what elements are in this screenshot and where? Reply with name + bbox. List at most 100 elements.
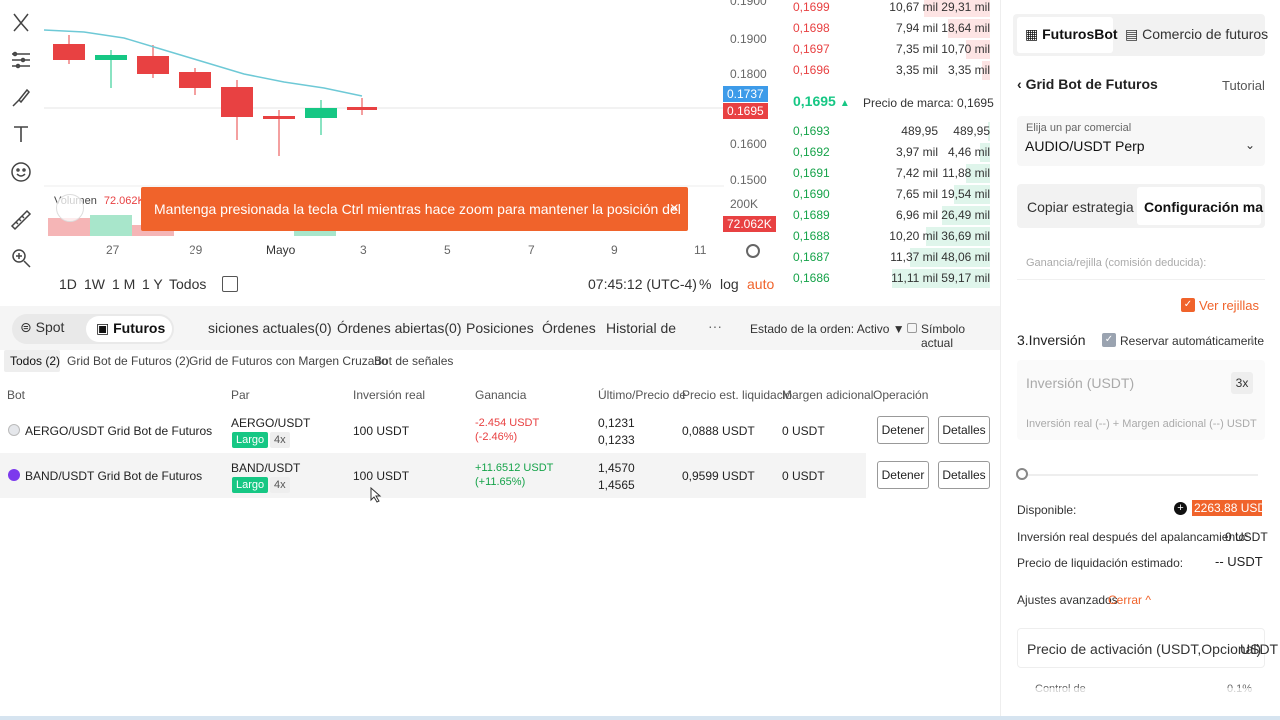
bot-name: BAND/USDT Grid Bot de Futuros	[25, 469, 203, 483]
bot-icon: ▦	[1025, 26, 1039, 42]
bid-row[interactable]: 0,1691 7,42 mil 11,88 mil	[784, 163, 1000, 184]
bid-row[interactable]: 0,1693 489,95 489,95	[784, 121, 1000, 142]
futures-icon: ▣	[96, 320, 110, 336]
ask-row[interactable]: 0,1698 7,94 mil 18,64 mil	[784, 18, 1000, 39]
emoji-icon[interactable]	[9, 160, 33, 184]
investment-slider-thumb[interactable]	[1016, 468, 1028, 480]
see-grids-toggle[interactable]: ✓ Ver rejillas	[1181, 298, 1259, 313]
activation-price-input[interactable]: Precio de activación (USDT,Opcional) USD…	[1017, 628, 1278, 668]
pair-select-label: Elija un par comercial	[1026, 122, 1132, 134]
stop-button[interactable]: Detener	[877, 461, 929, 489]
bid-row[interactable]: 0,1690 7,65 mil 19,54 mil	[784, 184, 1000, 205]
volume-value: 72.062K	[103, 195, 145, 207]
play-replay-icon[interactable]	[56, 194, 84, 222]
bid-row[interactable]: 0,1692 3,97 mil 4,46 mil	[784, 142, 1000, 163]
timeframe-1m[interactable]: 1 M	[112, 276, 135, 292]
filter-all[interactable]: Todos (2)	[10, 354, 60, 368]
filter-cross-margin[interactable]: Grid de Futuros con Margen Cruzado	[189, 354, 388, 368]
mouse-cursor-icon	[370, 487, 382, 503]
timeframe-all[interactable]: Todos	[169, 276, 206, 292]
auto-reserve-checkbox[interactable]: ✓	[1102, 333, 1116, 347]
pnl-value: -2.454 USDT	[475, 417, 540, 429]
bid-row[interactable]: 0,1688 10,20 mil 36,69 mil	[784, 226, 1000, 247]
drawing-toolbar	[0, 0, 44, 306]
tab-positions[interactable]: Posiciones	[466, 320, 534, 336]
tab-orders[interactable]: Órdenes	[542, 320, 596, 336]
leverage-selector[interactable]: 3x	[1231, 372, 1253, 394]
zoom-hint-toast: Mantenga presionada la tecla Ctrl mientr…	[141, 187, 688, 261]
investment-slider-track[interactable]	[1020, 474, 1258, 476]
investment-placeholder: Inversión (USDT)	[1026, 375, 1135, 391]
activation-price-unit: USDT	[1240, 641, 1279, 657]
order-book: 0,1699 10,67 mil 29,31 mil 0,1698 7,94 m…	[784, 0, 1000, 306]
log-toggle[interactable]: log	[720, 276, 739, 292]
table-row[interactable]: AERGO/USDT Grid Bot de Futuros AERGO/USD…	[0, 408, 1000, 452]
stop-button[interactable]: Detener	[877, 416, 929, 444]
copy-strategy-tab[interactable]: Copiar estrategia	[1027, 199, 1134, 215]
crosshair-icon[interactable]	[9, 10, 33, 34]
order-state-filter[interactable]: Estado de la orden: Activo ▼	[750, 322, 905, 336]
timeframe-1w[interactable]: 1W	[84, 276, 105, 292]
investment-input[interactable]: Inversión (USDT) 3x Inversión real (--) …	[1017, 360, 1265, 440]
pair-select[interactable]: Elija un par comercial AUDIO/USDT Perp ⌄	[1017, 116, 1265, 166]
lines-icon[interactable]	[9, 48, 33, 72]
spot-tab[interactable]: ⊜ Spot	[20, 319, 64, 336]
tab-history[interactable]: Historial de	[606, 320, 676, 336]
calendar-icon[interactable]	[222, 276, 238, 292]
tutorial-link[interactable]: Tutorial	[1222, 78, 1265, 93]
bid-row[interactable]: 0,1686 11,11 mil 59,17 mil	[784, 268, 1000, 289]
table-row[interactable]: BAND/USDT Grid Bot de Futuros BAND/USDT …	[0, 453, 1000, 498]
extra-margin: 0 USDT	[782, 469, 825, 483]
pair-select-value: AUDIO/USDT Perp	[1025, 138, 1145, 154]
col-bot: Bot	[7, 388, 26, 402]
text-icon[interactable]	[9, 122, 33, 146]
tab-current-positions[interactable]: siciones actuales(0)	[208, 320, 332, 336]
settings-target-icon[interactable]	[746, 244, 760, 258]
current-symbol-checkbox[interactable]	[907, 323, 917, 333]
last-price-tag: 0.1695	[723, 103, 768, 119]
tab-futures-trade[interactable]: ▤ Comercio de futuros	[1125, 26, 1268, 43]
date-label: 9	[611, 243, 618, 257]
info-icon[interactable]: ℹ	[1250, 334, 1254, 347]
liq-label: Precio de liquidación estimado:	[1017, 556, 1184, 570]
more-icon[interactable]: ···	[708, 318, 722, 334]
current-price-tag: 0.1737	[723, 86, 768, 102]
ruler-icon[interactable]	[9, 208, 33, 232]
ask-row[interactable]: 0,1696 3,35 mil 3,35 mil	[784, 60, 1000, 81]
col-operation: Operación	[873, 388, 929, 402]
plus-icon[interactable]: +	[1174, 502, 1187, 515]
col-pair: Par	[231, 388, 250, 402]
details-button[interactable]: Detalles	[938, 461, 990, 489]
ask-row[interactable]: 0,1699 10,67 mil 29,31 mil	[784, 0, 1000, 18]
timeframe-1y[interactable]: 1 Y	[142, 276, 163, 292]
brush-icon[interactable]	[9, 86, 33, 110]
tab-futures-bot[interactable]: ▦ FuturosBot	[1025, 26, 1118, 43]
manual-config-tab[interactable]: Configuración manua	[1144, 199, 1264, 215]
investment-hint: Inversión real (--) + Margen adicional (…	[1026, 418, 1257, 430]
tab-open-orders[interactable]: Órdenes abiertas(0)	[337, 320, 462, 336]
entry-price: 0,1233	[598, 433, 635, 447]
col-margin: Margen adicional	[782, 388, 874, 402]
filter-grid-bot[interactable]: Grid Bot de Futuros (2)	[67, 354, 190, 368]
zoom-in-icon[interactable]	[9, 246, 33, 270]
futures-tab[interactable]: ▣ Futuros	[96, 320, 165, 337]
bid-row[interactable]: 0,1689 6,96 mil 26,49 mil	[784, 205, 1000, 226]
timeframe-1d[interactable]: 1D	[59, 276, 77, 292]
auto-toggle[interactable]: auto	[747, 276, 774, 292]
filter-signal-bot[interactable]: Bot de señales	[374, 354, 453, 368]
candle	[347, 98, 377, 115]
ask-row[interactable]: 0,1697 7,35 mil 10,70 mil	[784, 39, 1000, 60]
close-advanced-toggle[interactable]: Cerrar ^	[1108, 593, 1151, 607]
percent-toggle[interactable]: %	[699, 276, 711, 292]
details-button[interactable]: Detalles	[938, 416, 990, 444]
back-button[interactable]: ‹ Grid Bot de Futuros	[1017, 76, 1158, 92]
pair-name: BAND/USDT	[231, 461, 301, 475]
side-badge: Largo	[232, 432, 269, 448]
close-icon[interactable]: ×	[670, 187, 679, 231]
current-symbol-label: Símbolo actual	[921, 322, 966, 350]
auto-reserve-label: Reservar automáticamente	[1120, 334, 1265, 348]
pair-name: AERGO/USDT	[231, 416, 311, 430]
bid-row[interactable]: 0,1687 11,37 mil 48,06 mil	[784, 247, 1000, 268]
chevron-down-icon: ⌄	[1244, 138, 1255, 152]
profit-per-grid-field[interactable]: Ganancia/rejilla (comisión deducida):	[1017, 244, 1265, 280]
